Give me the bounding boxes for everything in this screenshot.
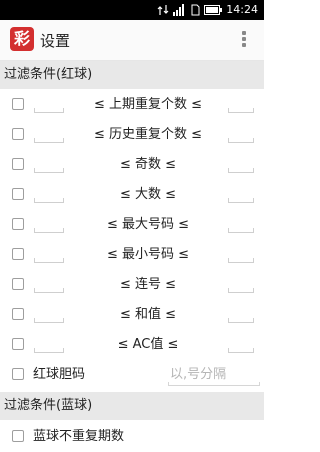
min-value-input[interactable] — [34, 258, 64, 263]
red-filter-label: ≤ 历史重复个数 ≤ — [93, 127, 203, 142]
signal-icon — [173, 3, 185, 16]
blue-filter-checkbox[interactable] — [12, 430, 24, 442]
sim-icon — [191, 4, 200, 15]
red-filter-checkbox[interactable] — [12, 308, 24, 320]
blue-filter-row: 蓝球不重复期数 — [0, 422, 264, 452]
red-filter-row: ≤ 上期重复个数 ≤ — [0, 90, 264, 120]
red-filter-checkbox[interactable] — [12, 338, 24, 350]
min-value-input[interactable] — [34, 168, 64, 173]
min-value-input[interactable] — [34, 288, 64, 293]
max-value-input[interactable] — [228, 228, 254, 233]
red-filter-row: ≤ 最大号码 ≤ — [0, 210, 264, 240]
red-filter-label: ≤ 连号 ≤ — [119, 277, 177, 292]
red-filter-label: ≤ 奇数 ≤ — [119, 157, 177, 172]
max-value-input[interactable] — [228, 288, 254, 293]
min-value-input[interactable] — [34, 198, 64, 203]
app-logo-icon[interactable]: 彩 — [10, 27, 34, 51]
max-value-input[interactable] — [228, 168, 254, 173]
red-banker-label: 红球胆码 — [33, 367, 86, 382]
red-filter-checkbox[interactable] — [12, 278, 24, 290]
red-filter-row: ≤ 连号 ≤ — [0, 270, 264, 300]
max-value-input[interactable] — [228, 348, 254, 353]
red-filter-checkbox[interactable] — [12, 98, 24, 110]
max-value-input[interactable] — [228, 138, 254, 143]
red-filter-checkbox[interactable] — [12, 158, 24, 170]
app-bar: 彩 设置 — [0, 20, 264, 61]
network-type-icon — [157, 4, 169, 15]
status-bar: 14:24 — [0, 0, 264, 20]
red-filter-row: ≤ 奇数 ≤ — [0, 150, 264, 180]
clock: 14:24 — [226, 3, 258, 16]
max-value-input[interactable] — [228, 318, 254, 323]
blue-filter-label: 蓝球不重复期数 — [33, 429, 125, 444]
red-filter-checkbox[interactable] — [12, 128, 24, 140]
red-filter-row: ≤ 大数 ≤ — [0, 180, 264, 210]
min-value-input[interactable] — [34, 318, 64, 323]
battery-icon — [204, 4, 223, 15]
max-value-input[interactable] — [228, 198, 254, 203]
max-value-input[interactable] — [228, 108, 254, 113]
section-header-blue: 过滤条件(蓝球) — [0, 392, 264, 420]
red-banker-row: 红球胆码 以,号分隔 — [0, 360, 264, 390]
red-filter-label: ≤ 上期重复个数 ≤ — [93, 97, 203, 112]
red-filter-checkbox[interactable] — [12, 248, 24, 260]
red-filter-label: ≤ 最大号码 ≤ — [106, 217, 190, 232]
red-filter-label: ≤ 大数 ≤ — [119, 187, 177, 202]
red-filter-checkbox[interactable] — [12, 188, 24, 200]
red-filter-row: ≤ 最小号码 ≤ — [0, 240, 264, 270]
min-value-input[interactable] — [34, 108, 64, 113]
red-filter-checkbox[interactable] — [12, 218, 24, 230]
max-value-input[interactable] — [228, 258, 254, 263]
min-value-input[interactable] — [34, 228, 64, 233]
red-filter-row: ≤ AC值 ≤ — [0, 330, 264, 360]
red-filter-row: ≤ 和值 ≤ — [0, 300, 264, 330]
section-header-red: 过滤条件(红球) — [0, 61, 264, 89]
red-banker-checkbox[interactable] — [12, 368, 24, 380]
min-value-input[interactable] — [34, 138, 64, 143]
red-banker-input-underline — [168, 382, 260, 386]
red-filter-label: ≤ 和值 ≤ — [119, 307, 177, 322]
min-value-input[interactable] — [34, 348, 64, 353]
red-filter-label: ≤ AC值 ≤ — [117, 337, 179, 352]
red-filter-row: ≤ 历史重复个数 ≤ — [0, 120, 264, 150]
overflow-menu-icon[interactable] — [240, 29, 248, 51]
page-title: 设置 — [40, 32, 71, 50]
red-filter-label: ≤ 最小号码 ≤ — [106, 247, 190, 262]
